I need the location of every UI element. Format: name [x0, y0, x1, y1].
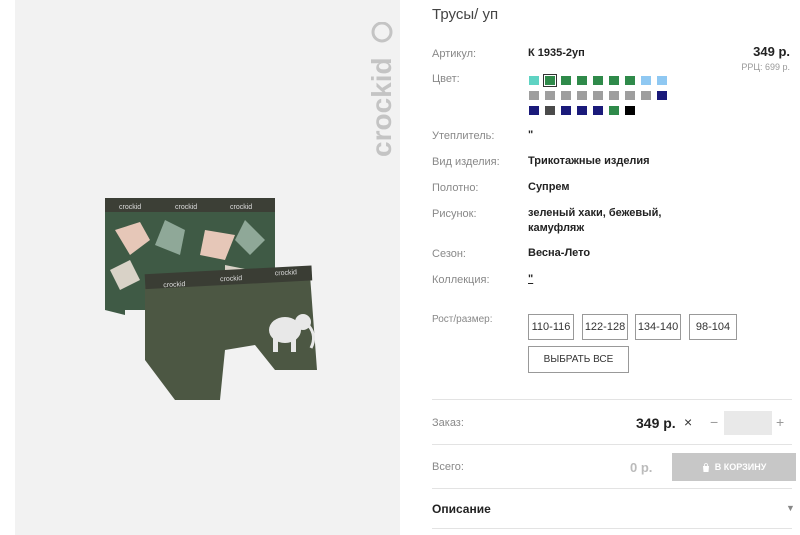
color-swatch[interactable] [543, 74, 557, 87]
color-swatch[interactable] [560, 90, 572, 101]
order-label: Заказ: [432, 417, 464, 429]
divider [432, 488, 792, 489]
svg-text:crockid: crockid [230, 204, 252, 211]
color-label: Цвет: [432, 73, 460, 85]
khaki-underwear-image: crockid crockid crockid [144, 265, 317, 400]
color-swatch[interactable] [608, 75, 620, 86]
color-swatch[interactable] [528, 75, 540, 86]
collection-label: Коллекция: [432, 274, 490, 286]
color-swatch[interactable] [560, 75, 572, 86]
product-title: Трусы/ уп [432, 6, 499, 23]
color-swatch[interactable] [576, 90, 588, 101]
color-swatch[interactable] [560, 105, 572, 116]
type-value: Трикотажные изделия [528, 155, 650, 167]
color-swatch[interactable] [624, 105, 636, 116]
svg-text:crockid: crockid [220, 275, 243, 283]
color-swatch[interactable] [608, 105, 620, 116]
collection-link[interactable]: " [528, 271, 533, 288]
add-to-cart-button[interactable]: В КОРЗИНУ [672, 453, 796, 481]
color-swatch[interactable] [656, 90, 668, 101]
pattern-label: Рисунок: [432, 208, 477, 220]
color-swatch[interactable] [640, 90, 652, 101]
svg-text:crockid: crockid [175, 204, 197, 211]
quantity-minus-button[interactable]: − [710, 414, 718, 430]
color-swatch[interactable] [608, 90, 620, 101]
add-to-cart-label: В КОРЗИНУ [714, 462, 767, 472]
divider [432, 528, 792, 529]
select-all-button[interactable]: ВЫБРАТЬ ВСЕ [528, 346, 629, 373]
rrp-price: РРЦ: 699 р. [741, 62, 790, 72]
article-label: Артикул: [432, 48, 477, 60]
color-swatch[interactable] [592, 75, 604, 86]
color-swatch[interactable] [640, 75, 652, 86]
divider [432, 399, 792, 400]
fabric-label: Полотно: [432, 182, 479, 194]
brand-watermark: crockid [366, 22, 397, 157]
color-swatch[interactable] [544, 105, 556, 116]
size-option-134-140[interactable]: 134-140 [635, 314, 681, 340]
brand-watermark-text: crockid [366, 57, 397, 157]
color-swatch[interactable] [656, 75, 668, 86]
pattern-value-line2: камуфляж [528, 222, 585, 234]
remove-icon[interactable]: × [684, 414, 692, 430]
product-photo: crockid crockid crockid crockid crockid … [105, 198, 317, 400]
season-value: Весна-Лето [528, 247, 591, 259]
order-price: 349 р. [636, 415, 676, 431]
color-swatch[interactable] [544, 90, 556, 101]
divider [432, 444, 792, 445]
product-price: 349 р. [753, 44, 790, 59]
season-label: Сезон: [432, 248, 466, 260]
size-option-98-104[interactable]: 98-104 [689, 314, 737, 340]
svg-text:crockid: crockid [163, 281, 186, 289]
color-swatch[interactable] [576, 105, 588, 116]
total-label: Всего: [432, 461, 464, 473]
brand-logo-icon [371, 22, 393, 43]
color-swatch[interactable] [528, 105, 540, 116]
size-option-122-128[interactable]: 122-128 [582, 314, 628, 340]
article-value: К 1935-2уп [528, 47, 585, 59]
quantity-input[interactable] [724, 411, 772, 435]
color-swatch[interactable] [528, 90, 540, 101]
size-option-110-116[interactable]: 110-116 [528, 314, 574, 340]
color-swatch[interactable] [592, 90, 604, 101]
svg-text:crockid: crockid [275, 269, 298, 277]
description-toggle[interactable]: Описание [432, 502, 491, 516]
type-label: Вид изделия: [432, 156, 500, 168]
insulation-label: Утеплитель: [432, 130, 495, 142]
chevron-down-icon[interactable]: ▼ [786, 503, 795, 513]
total-price: 0 р. [630, 460, 653, 475]
insulation-value: " [528, 129, 534, 141]
size-label: Рост/размер: [432, 314, 493, 325]
color-swatch[interactable] [624, 90, 636, 101]
color-swatch[interactable] [592, 105, 604, 116]
product-info: Трусы/ уп Артикул: К 1935-2уп 349 р. РРЦ… [432, 0, 800, 535]
product-image-panel: crockid crockid crockid crockid crockid … [15, 0, 400, 535]
color-swatch[interactable] [624, 75, 636, 86]
svg-text:crockid: crockid [119, 204, 141, 211]
bag-icon [702, 462, 709, 472]
fabric-value: Супрем [528, 181, 570, 193]
color-swatch[interactable] [576, 75, 588, 86]
quantity-plus-button[interactable]: + [776, 414, 784, 430]
